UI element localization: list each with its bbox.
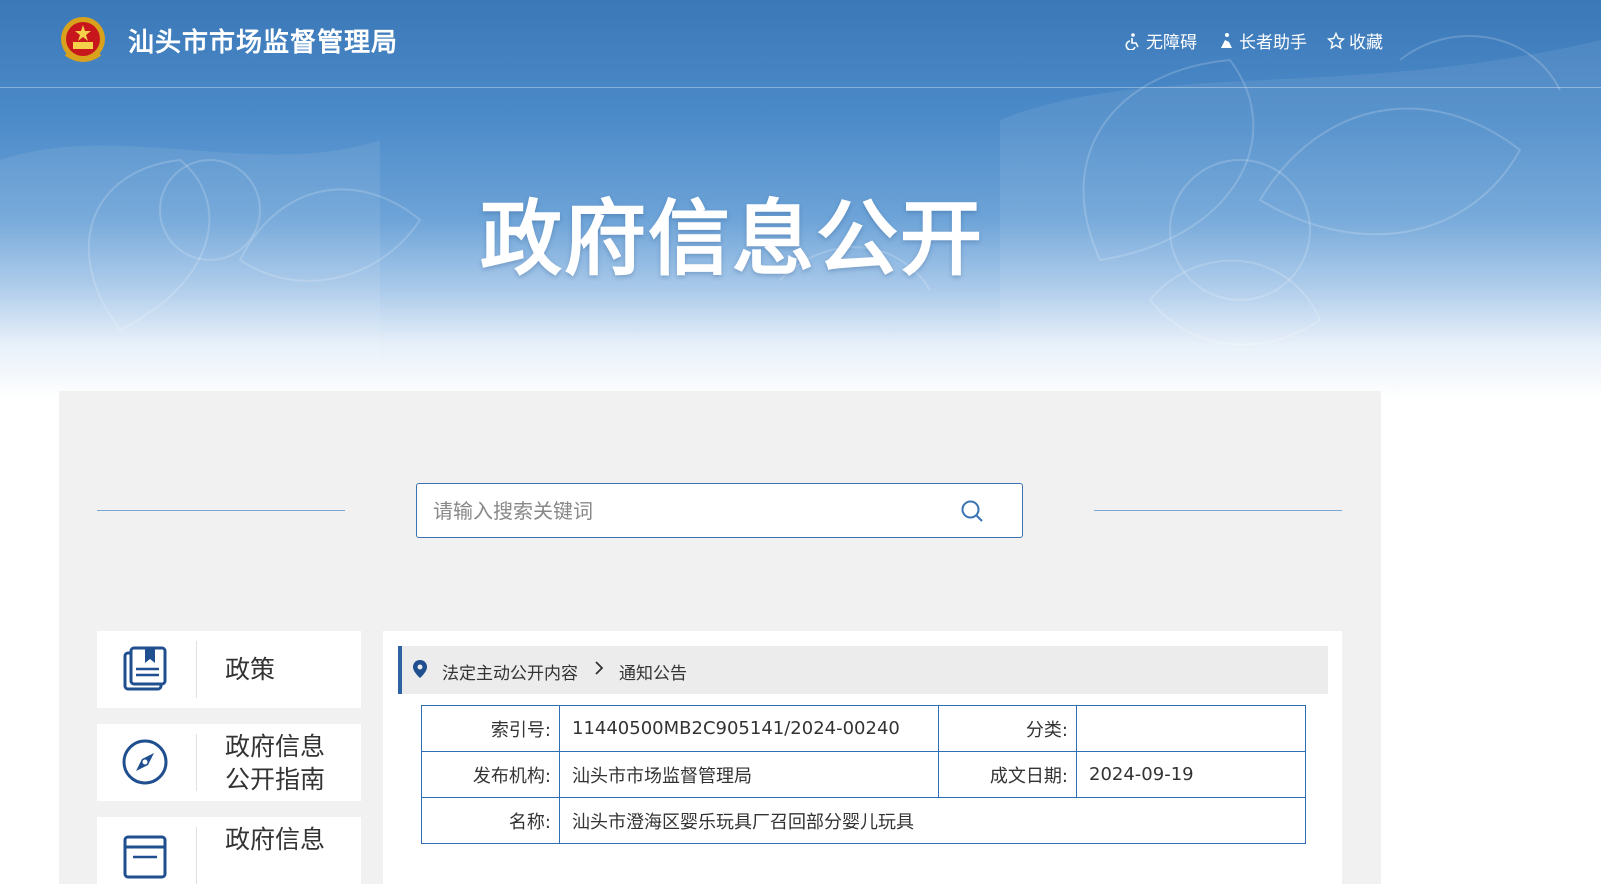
sidebar-separator (196, 734, 197, 791)
index-label: 索引号: (421, 705, 560, 752)
favorite-label: 收藏 (1349, 33, 1383, 53)
elder-assistant-label: 长者助手 (1239, 33, 1307, 53)
elder-assistant-link[interactable]: 长者助手 (1217, 28, 1307, 53)
book-icon (123, 646, 167, 691)
sidebar-item-label-line1: 政府信息 (225, 732, 326, 761)
name-label: 名称: (421, 797, 560, 844)
sidebar-item-govinfo[interactable]: 政府信息 (97, 817, 361, 884)
date-value: 2024-09-19 (1076, 751, 1306, 798)
accessibility-label: 无障碍 (1146, 33, 1197, 53)
sidebar-item-label-line2: 公开指南 (225, 765, 326, 794)
header-banner: 汕头市市场监督管理局 无障碍 长者助手 收藏 政府信息公开 (0, 0, 1601, 400)
chevron-right-icon (595, 661, 604, 675)
accessibility-icon (1125, 32, 1139, 50)
info-table: 索引号: 11440500MB2C905141/2024-00240 分类: 发… (421, 705, 1306, 844)
table-row: 索引号: 11440500MB2C905141/2024-00240 分类: (421, 705, 1306, 752)
index-value: 11440500MB2C905141/2024-00240 (559, 705, 939, 752)
category-label: 分类: (938, 705, 1077, 752)
compass-icon (122, 739, 168, 785)
publisher-value: 汕头市市场监督管理局 (559, 751, 939, 798)
document-list-icon (123, 835, 167, 879)
breadcrumb-item-statutory[interactable]: 法定主动公开内容 (442, 659, 578, 684)
national-emblem-icon (61, 17, 105, 62)
star-icon (1327, 31, 1345, 49)
publisher-label: 发布机构: (421, 751, 560, 798)
sidebar-item-policy[interactable]: 政策 (97, 631, 361, 708)
accessibility-link[interactable]: 无障碍 (1124, 28, 1197, 53)
category-value (1076, 705, 1306, 752)
location-pin-icon (413, 660, 427, 678)
elder-assistant-icon (1221, 32, 1232, 48)
top-bar: 汕头市市场监督管理局 无障碍 长者助手 收藏 (0, 0, 1601, 88)
divider-right (1094, 510, 1342, 511)
search-input[interactable] (433, 484, 973, 537)
sidebar-item-label: 政府信息 (225, 825, 326, 854)
sidebar-item-label: 政策 (225, 655, 276, 684)
date-label: 成文日期: (938, 751, 1077, 798)
name-value: 汕头市澄海区婴乐玩具厂召回部分婴儿玩具 (559, 797, 1306, 844)
table-row: 名称: 汕头市澄海区婴乐玩具厂召回部分婴儿玩具 (421, 797, 1306, 844)
sidebar-item-guide[interactable]: 政府信息 公开指南 (97, 724, 361, 801)
sidebar-separator (196, 641, 197, 698)
sidebar-separator (196, 827, 197, 884)
table-row: 发布机构: 汕头市市场监督管理局 成文日期: 2024-09-19 (421, 751, 1306, 798)
favorite-link[interactable]: 收藏 (1327, 28, 1383, 53)
header-tools: 无障碍 长者助手 收藏 (1124, 28, 1383, 53)
breadcrumb-item-notice[interactable]: 通知公告 (619, 659, 687, 684)
banner-title: 政府信息公开 (480, 192, 985, 287)
site-title[interactable]: 汕头市市场监督管理局 (128, 22, 398, 59)
search-box (416, 483, 1023, 538)
search-icon[interactable] (960, 499, 984, 523)
divider-left (97, 510, 345, 511)
